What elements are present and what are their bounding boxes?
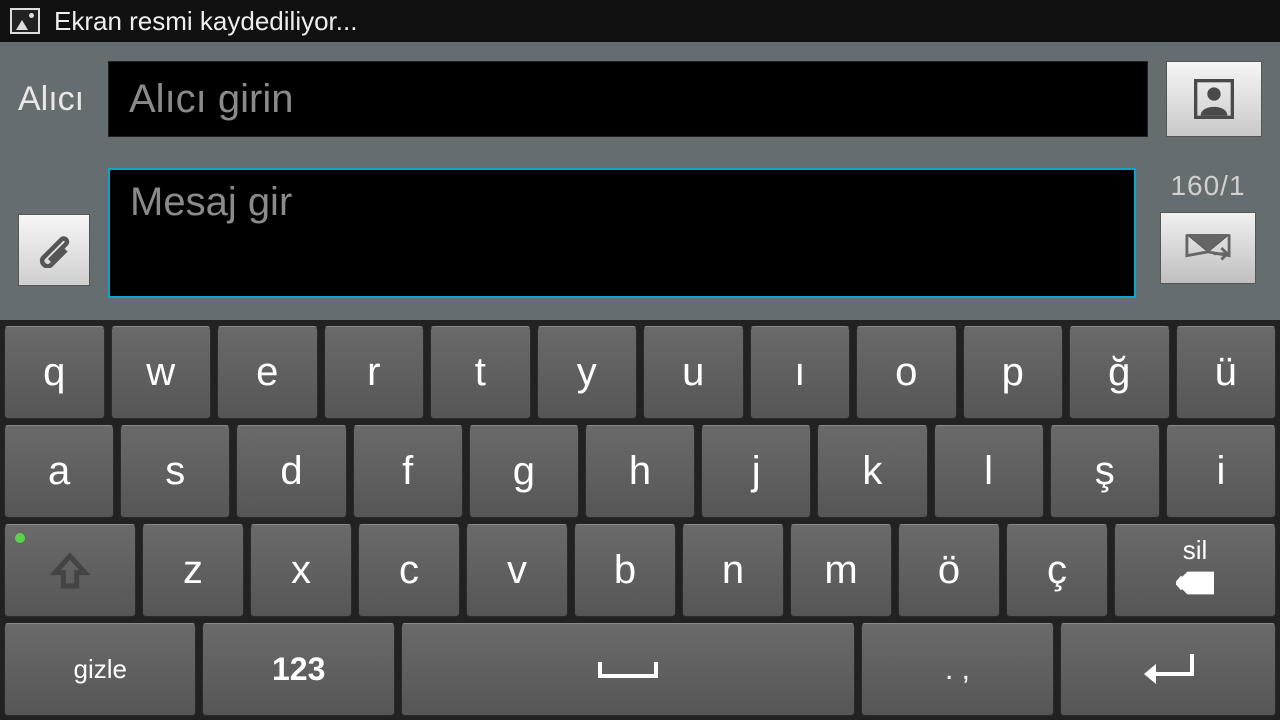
screenshot-saving-icon — [10, 8, 40, 34]
key-dotless-i[interactable]: ı — [750, 326, 851, 419]
key-a[interactable]: a — [4, 425, 114, 518]
key-u-diaeresis[interactable]: ü — [1176, 326, 1277, 419]
key-t[interactable]: t — [430, 326, 531, 419]
recipient-row: Alıcı Alıcı girin — [18, 56, 1262, 142]
key-g[interactable]: g — [469, 425, 579, 518]
key-k[interactable]: k — [817, 425, 927, 518]
key-c[interactable]: c — [358, 524, 460, 617]
key-h[interactable]: h — [585, 425, 695, 518]
key-o-diaeresis[interactable]: ö — [898, 524, 1000, 617]
backspace-key[interactable]: sil — [1114, 524, 1276, 617]
key-d[interactable]: d — [236, 425, 346, 518]
space-key[interactable] — [401, 623, 855, 716]
key-u[interactable]: u — [643, 326, 744, 419]
status-bar: Ekran resmi kaydediliyor... — [0, 0, 1280, 42]
key-y[interactable]: y — [537, 326, 638, 419]
recipient-label: Alıcı — [18, 80, 90, 119]
key-c-cedilla[interactable]: ç — [1006, 524, 1108, 617]
compose-area: Alıcı Alıcı girin Mesaj gir 160/1 — [0, 42, 1280, 320]
key-q[interactable]: q — [4, 326, 105, 419]
key-s-cedilla[interactable]: ş — [1050, 425, 1160, 518]
recipient-placeholder: Alıcı girin — [129, 77, 294, 122]
keyboard-row-2: a s d f g h j k l ş i — [4, 425, 1276, 518]
shift-indicator-icon — [15, 533, 25, 543]
key-o[interactable]: o — [856, 326, 957, 419]
numbers-key[interactable]: 123 — [202, 623, 394, 716]
shift-key[interactable] — [4, 524, 136, 617]
key-i[interactable]: i — [1166, 425, 1276, 518]
paperclip-icon — [36, 232, 72, 268]
key-z[interactable]: z — [142, 524, 244, 617]
key-v[interactable]: v — [466, 524, 568, 617]
backspace-icon — [1176, 570, 1214, 596]
key-b[interactable]: b — [574, 524, 676, 617]
key-r[interactable]: r — [324, 326, 425, 419]
key-m[interactable]: m — [790, 524, 892, 617]
key-s[interactable]: s — [120, 425, 230, 518]
send-icon — [1185, 231, 1231, 265]
key-w[interactable]: w — [111, 326, 212, 419]
add-contact-button[interactable] — [1166, 61, 1262, 137]
enter-icon — [1142, 652, 1194, 688]
recipient-input[interactable]: Alıcı girin — [108, 61, 1148, 137]
soft-keyboard: q w e r t y u ı o p ğ ü a s d f g h j k … — [0, 320, 1280, 720]
contact-icon — [1194, 79, 1234, 119]
punctuation-key[interactable]: . , — [861, 623, 1053, 716]
enter-key[interactable] — [1060, 623, 1276, 716]
key-l[interactable]: l — [934, 425, 1044, 518]
message-row: Mesaj gir 160/1 — [18, 168, 1262, 308]
key-n[interactable]: n — [682, 524, 784, 617]
backspace-label: sil — [1183, 535, 1208, 566]
status-text: Ekran resmi kaydediliyor... — [54, 6, 357, 37]
key-e[interactable]: e — [217, 326, 318, 419]
shift-arrow-icon — [50, 551, 90, 591]
keyboard-row-4: gizle 123 . , — [4, 623, 1276, 716]
key-f[interactable]: f — [353, 425, 463, 518]
key-x[interactable]: x — [250, 524, 352, 617]
space-icon — [598, 659, 658, 681]
send-column: 160/1 — [1154, 168, 1262, 284]
key-j[interactable]: j — [701, 425, 811, 518]
key-p[interactable]: p — [963, 326, 1064, 419]
keyboard-row-1: q w e r t y u ı o p ğ ü — [4, 326, 1276, 419]
message-placeholder: Mesaj gir — [130, 180, 292, 224]
send-button[interactable] — [1160, 212, 1256, 284]
keyboard-row-3: z x c v b n m ö ç sil — [4, 524, 1276, 617]
message-input[interactable]: Mesaj gir — [108, 168, 1136, 298]
hide-keyboard-key[interactable]: gizle — [4, 623, 196, 716]
key-g-breve[interactable]: ğ — [1069, 326, 1170, 419]
attach-button[interactable] — [18, 214, 90, 286]
char-counter: 160/1 — [1170, 170, 1245, 202]
